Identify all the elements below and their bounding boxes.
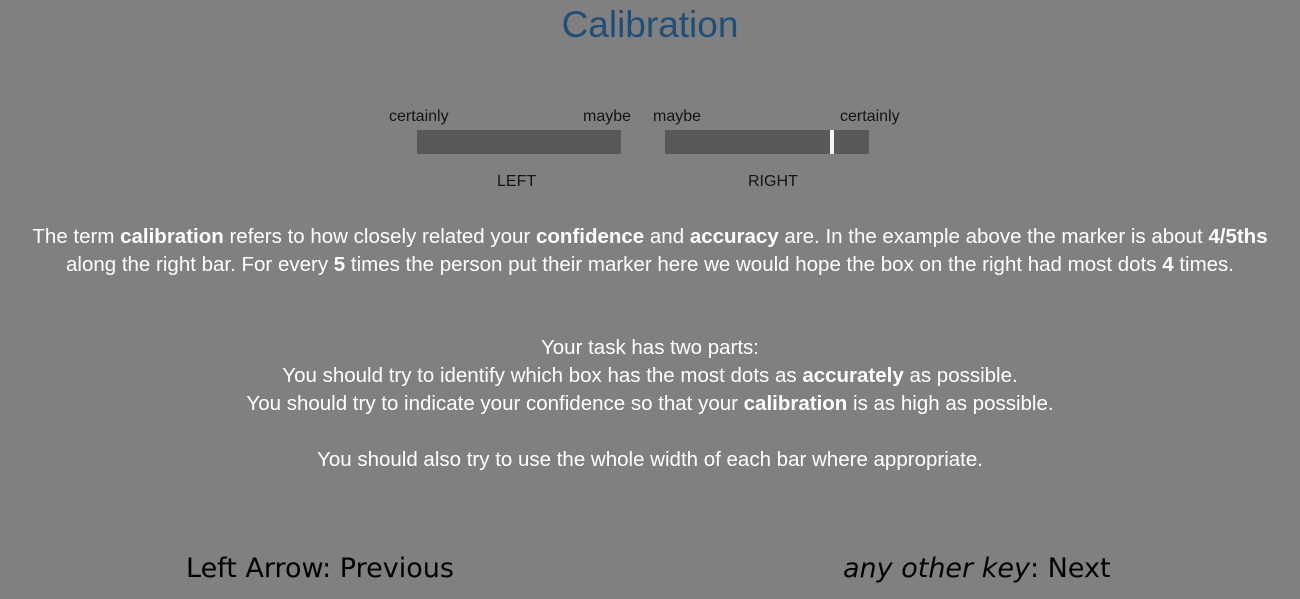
page-title: Calibration [561, 4, 739, 45]
task-line2-text: You should try to indicate your confiden… [246, 392, 744, 415]
whole-width-note: You should also try to use the whole wid… [317, 448, 983, 471]
explanation-text: along the right bar. For every [65, 253, 334, 276]
task-heading: Your task has two parts: [540, 336, 760, 359]
next-action: : Next [1029, 553, 1111, 584]
task-line-calibration: You should try to indicate your confiden… [0, 390, 1300, 418]
calibration-explanation: The term calibration refers to how close… [8, 223, 1292, 279]
next-key: any other key [843, 553, 1030, 584]
right-side-label: RIGHT [748, 173, 798, 190]
left-side-label: LEFT [497, 173, 537, 190]
task-line1-text: as possible. [903, 364, 1018, 387]
left-certainly-label: certainly [389, 108, 449, 125]
left-confidence-bar [417, 130, 621, 154]
explanation-text: times. [1173, 253, 1234, 276]
explanation-text: and [644, 225, 690, 248]
right-confidence-bar [665, 130, 869, 154]
task-line1-text: You should try to identify which box has… [282, 364, 803, 387]
left-maybe-label: maybe [583, 108, 632, 125]
task-line1-emphasis: accurately [802, 364, 904, 387]
explanation-emphasis: calibration [120, 225, 224, 248]
explanation-emphasis: 4 [1162, 253, 1174, 276]
next-instruction: any other key: Next [843, 551, 1111, 587]
previous-instruction: Left Arrow: Previous [186, 551, 454, 587]
previous-key: Left Arrow [186, 553, 323, 584]
right-maybe-label: maybe [653, 108, 702, 125]
task-line-accuracy: You should try to identify which box has… [0, 362, 1300, 390]
explanation-emphasis: 4/5ths [1208, 225, 1268, 248]
explanation-emphasis: 5 [333, 253, 346, 276]
explanation-text: refers to how closely related your [223, 225, 536, 248]
confidence-marker [830, 130, 834, 154]
explanation-emphasis: accuracy [689, 225, 779, 248]
explanation-text: times the person put their marker here w… [345, 253, 1163, 276]
previous-action: : Previous [322, 553, 454, 584]
explanation-text: The term [32, 225, 121, 248]
explanation-text: are. In the example above the marker is … [778, 225, 1209, 248]
right-certainly-label: certainly [840, 108, 900, 125]
explanation-emphasis: confidence [535, 225, 645, 248]
task-line2-emphasis: calibration [743, 392, 848, 415]
task-line2-text: is as high as possible. [847, 392, 1054, 415]
